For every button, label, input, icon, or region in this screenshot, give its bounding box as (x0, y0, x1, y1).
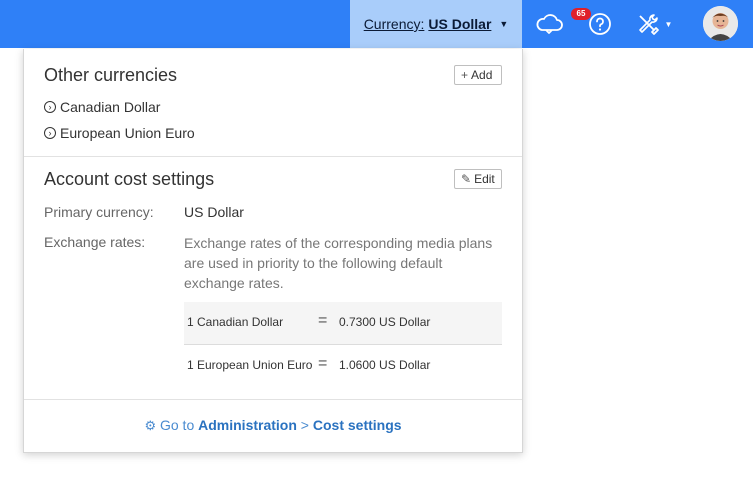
settings-tools-button[interactable]: ▼ (634, 8, 674, 40)
edit-cost-settings-button[interactable]: ✎ Edit (454, 169, 502, 189)
pencil-icon: ✎ (461, 172, 472, 186)
administration-link[interactable]: Administration (198, 417, 297, 433)
chevron-right-circle-icon: › (44, 101, 56, 113)
add-label: Add (471, 68, 493, 82)
tools-icon (638, 14, 659, 35)
currency-label: Currency: (363, 16, 425, 32)
currency-item-euro[interactable]: › European Union Euro (44, 125, 195, 141)
primary-currency-value: US Dollar (184, 204, 244, 220)
exchange-rates-description: Exchange rates of the corresponding medi… (184, 235, 493, 291)
breadcrumb-separator: > (300, 417, 309, 433)
go-to-text: Go to (159, 417, 195, 433)
gear-icon: ⚙ (144, 418, 157, 433)
help-button[interactable] (586, 8, 614, 40)
chevron-right-circle-icon: › (44, 127, 56, 139)
currency-item-canadian-dollar[interactable]: › Canadian Dollar (44, 99, 160, 115)
currency-dropdown-panel: Other currencies + Add › Canadian Dollar… (23, 49, 523, 453)
exchange-rates-label: Exchange rates: (44, 234, 146, 250)
notifications-button[interactable] (533, 8, 565, 40)
plus-icon: + (461, 68, 469, 82)
account-cost-settings-title: Account cost settings (44, 169, 215, 189)
currency-value: US Dollar (428, 16, 492, 32)
exchange-rate-row: 1 European Union Euro = 1.0600 US Dollar (184, 345, 502, 387)
cloud-bell-icon (536, 14, 563, 34)
tools-caret-down-icon: ▼ (664, 19, 673, 29)
rate-to: 0.7300 US Dollar (339, 315, 431, 329)
edit-label: Edit (474, 172, 495, 186)
currency-item-label: European Union Euro (60, 125, 195, 141)
rate-from: 1 Canadian Dollar (187, 315, 284, 329)
exchange-rate-row: 1 Canadian Dollar = 0.7300 US Dollar (184, 302, 502, 344)
section-divider (24, 156, 522, 157)
help-icon (589, 13, 611, 35)
currency-item-label: Canadian Dollar (60, 99, 161, 115)
caret-down-icon: ▼ (499, 19, 509, 29)
administration-link-row: ⚙ Go to Administration > Cost settings (24, 417, 522, 434)
primary-currency-label: Primary currency: (44, 204, 154, 220)
rate-to: 1.0600 US Dollar (339, 358, 431, 372)
footer-divider (24, 399, 522, 400)
user-avatar[interactable] (703, 6, 738, 41)
rate-equals: = (318, 312, 328, 329)
currency-selector-button[interactable]: Currency: US Dollar ▼ (350, 0, 522, 48)
top-navigation-bar: Currency: US Dollar ▼ 65 ▼ (0, 0, 753, 48)
rate-from: 1 European Union Euro (187, 358, 313, 372)
cost-settings-link[interactable]: Cost settings (313, 417, 402, 433)
avatar-image (703, 6, 738, 41)
add-currency-button[interactable]: + Add (454, 65, 502, 85)
other-currencies-title: Other currencies (44, 65, 178, 85)
rate-equals: = (318, 355, 328, 372)
